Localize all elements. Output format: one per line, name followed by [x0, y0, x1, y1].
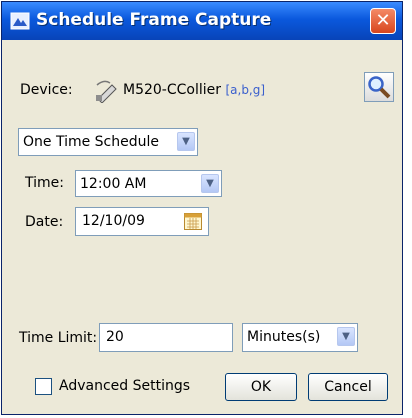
- device-label: Device:: [20, 82, 73, 98]
- chevron-down-icon: ▼: [337, 327, 355, 346]
- time-limit-label: Time Limit:: [19, 330, 98, 346]
- close-button[interactable]: ✕: [370, 8, 396, 34]
- date-field[interactable]: 12/10/09: [75, 207, 209, 236]
- advanced-settings-label[interactable]: Advanced Settings: [59, 378, 190, 394]
- device-protocols: [a,b,g]: [225, 83, 266, 97]
- schedule-type-value: One Time Schedule: [23, 134, 160, 150]
- time-limit-unit-select[interactable]: Minutes(s) ▼: [242, 323, 358, 352]
- wireless-device-icon: [96, 80, 117, 103]
- schedule-type-select[interactable]: One Time Schedule ▼: [18, 128, 198, 156]
- device-name-text: M520-CCollier: [123, 82, 222, 98]
- frame-capture-icon: [10, 12, 30, 30]
- time-limit-value: 20: [106, 329, 124, 345]
- magnifier-icon: [368, 76, 391, 99]
- time-limit-unit-value: Minutes(s): [247, 329, 321, 345]
- schedule-frame-capture-dialog: Schedule Frame Capture ✕ Device: M520-CC…: [1, 1, 403, 415]
- chevron-down-icon: ▼: [177, 132, 195, 151]
- ok-button[interactable]: OK: [225, 373, 297, 401]
- cancel-button[interactable]: Cancel: [308, 373, 388, 401]
- date-value: 12/10/09: [82, 213, 145, 229]
- time-label: Time:: [25, 175, 64, 191]
- calendar-icon[interactable]: [184, 213, 202, 230]
- search-device-button[interactable]: [364, 72, 394, 102]
- title-bar[interactable]: Schedule Frame Capture ✕: [2, 2, 402, 40]
- time-limit-input[interactable]: 20: [99, 323, 233, 352]
- device-name: M520-CCollier [a,b,g]: [123, 82, 265, 98]
- date-label: Date:: [25, 214, 64, 230]
- chevron-down-icon: ▼: [201, 174, 219, 193]
- dialog-title: Schedule Frame Capture: [36, 10, 272, 30]
- time-select[interactable]: 12:00 AM ▼: [75, 170, 222, 197]
- time-value: 12:00 AM: [80, 176, 147, 192]
- advanced-settings-checkbox[interactable]: [35, 378, 52, 395]
